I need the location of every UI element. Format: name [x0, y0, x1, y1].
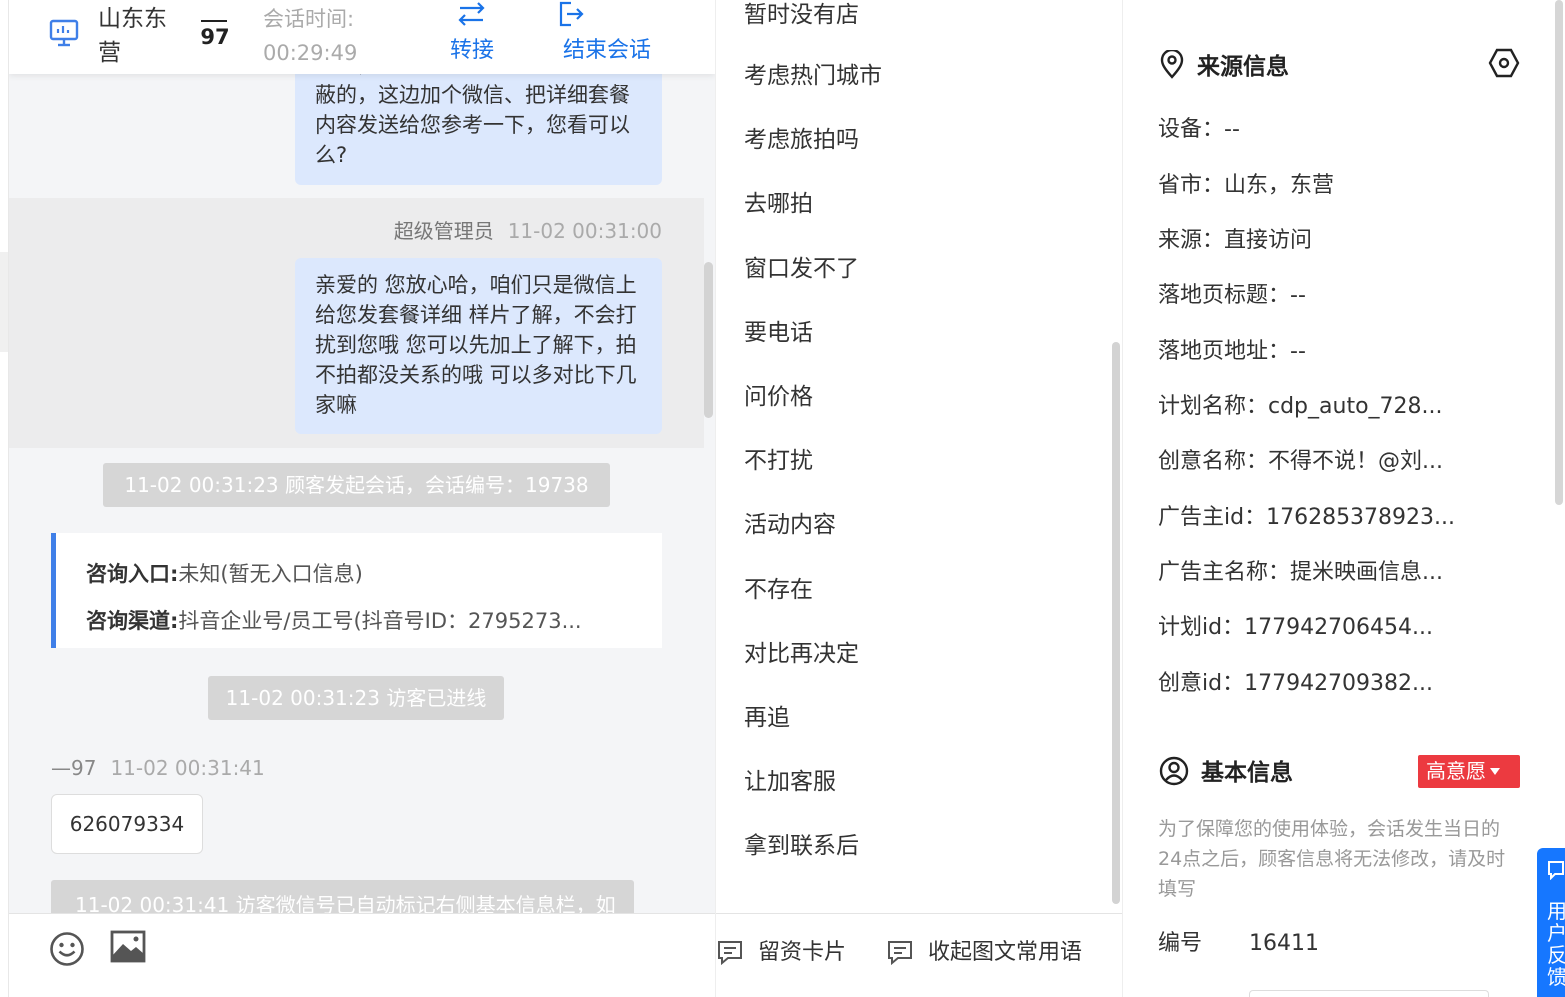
user-feedback-tab[interactable]: 用户反馈	[1537, 848, 1565, 997]
plan-name-info: 计划名称：cdp_auto_728...	[1158, 394, 1443, 419]
chat-input-toolbar	[9, 913, 715, 997]
transfer-label: 转接	[449, 38, 494, 63]
visitor-location: 山东东营	[98, 6, 167, 66]
monitor-icon	[49, 19, 79, 47]
edit-deadline-notice: 为了保障您的使用体验，会话发生当日的24点之后，顾客信息将无法修改，请及时填写	[1158, 818, 1506, 900]
channel-value: 抖音企业号/员工号(抖音号ID：2795273...	[178, 609, 582, 633]
quick-phrase-item[interactable]: 让加客服	[744, 767, 836, 797]
quick-phrase-item[interactable]: 窗口发不了	[744, 254, 859, 284]
quick-phrase-item[interactable]: 暂时没有店	[744, 0, 859, 30]
quick-phrase-item[interactable]: 对比再决定	[744, 639, 859, 669]
quick-phrase-item[interactable]: 活动内容	[744, 510, 836, 540]
chat-panel: 快剧，技上上的价格 负相赚的会屏蔽的，这边加个微信、把详细套餐内容发送给您参考一…	[9, 0, 715, 997]
source-channel-info: 来源：直接访问	[1158, 228, 1313, 253]
phrases-footer: 留资卡片 收起图文常用语	[716, 913, 1122, 997]
quick-phrase-item[interactable]: 考虑热门城市	[744, 61, 882, 91]
image-upload-icon[interactable]	[109, 929, 147, 965]
caret-down-icon	[1490, 768, 1500, 775]
customer-number-value: 16411	[1249, 931, 1319, 956]
quick-phrase-item[interactable]: 去哪拍	[744, 189, 813, 219]
quick-phrase-item[interactable]: 不存在	[744, 575, 813, 605]
creative-name-info: 创意名称：不得不说！@刘...	[1158, 449, 1443, 474]
intent-level-label: 高意愿	[1426, 759, 1486, 783]
feedback-icon	[1548, 861, 1564, 880]
device-info: 设备：--	[1158, 117, 1240, 142]
visitor-id-number: 97	[200, 25, 230, 49]
advertiser-id-info: 广告主id：176285378923...	[1158, 505, 1456, 530]
session-time-label: 会话时间:	[263, 7, 355, 31]
settings-hexagon-icon[interactable]	[1487, 46, 1521, 80]
collapse-phrases-label: 收起图文常用语	[928, 940, 1083, 965]
phrases-scrollbar[interactable]	[1112, 342, 1120, 904]
landing-title-info: 落地页标题：--	[1158, 283, 1306, 308]
customer-info-panel: 来源信息 设备：-- 省市：山东，东营 来源：直接访问 落地页标题：-- 落地页…	[1123, 0, 1565, 997]
quick-phrase-item[interactable]: 要电话	[744, 318, 813, 348]
message-collapse-icon	[888, 941, 912, 966]
collapse-phrases-button[interactable]: 收起图文常用语	[886, 936, 1082, 970]
user-circle-icon	[1159, 756, 1189, 786]
quick-phrases-panel: 暂时没有店考虑热门城市 考虑旅拍吗去哪拍窗口发不了要电话问价格不打扰活动内容不存在…	[715, 0, 1123, 997]
entry-value: 未知(暂无入口信息)	[178, 562, 363, 586]
agent-message-bubble-2: 亲爱的 您放心哈，咱们只是微信上给您发套餐详细 样片了解，不会打扰到您哦 您可以…	[295, 258, 662, 434]
next-field-input[interactable]	[1249, 990, 1489, 997]
consult-info-card: 咨询入口:未知(暂无入口信息) 咨询渠道:抖音企业号/员工号(抖音号ID：279…	[51, 533, 662, 648]
customer-number-row: 编号 16411	[1158, 928, 1319, 960]
session-time-value: 00:29:49	[263, 41, 358, 65]
creative-id-info: 创意id：177942709382...	[1158, 671, 1434, 696]
quick-phrase-item[interactable]: 问价格	[744, 382, 813, 412]
province-city-info: 省市：山东，东营	[1158, 173, 1335, 198]
source-info-title: 来源信息	[1159, 48, 1289, 84]
quick-phrase-item[interactable]: 不打扰	[744, 446, 813, 476]
end-session-button[interactable]: 结束会话	[557, 0, 657, 68]
chat-scrollbar[interactable]	[704, 262, 713, 418]
lead-card-button[interactable]: 留资卡片	[716, 936, 846, 970]
visitor-id: 97	[199, 4, 231, 52]
chat-header: 山东东营 97 会话时间: 00:29:49 转接 结束会话	[9, 0, 715, 74]
basic-info-title: 基本信息	[1159, 756, 1293, 790]
emoji-icon[interactable]	[49, 931, 85, 967]
logout-icon	[559, 1, 584, 27]
message-list: 快剧，技上上的价格 负相赚的会屏蔽的，这边加个微信、把详细套餐内容发送给您参考一…	[9, 0, 715, 913]
agent-time: 11-02 00:31:00	[507, 219, 662, 243]
transfer-button[interactable]: 转接	[441, 0, 503, 68]
quick-phrase-item[interactable]: 考虑旅拍吗	[744, 125, 859, 155]
plan-id-info: 计划id：177942706454...	[1158, 615, 1434, 640]
session-time: 会话时间: 00:29:49	[263, 2, 357, 70]
system-wechat-tagged: 11-02 00:31:41 访客微信号已自动标记右侧基本信息栏，如	[51, 880, 634, 913]
lead-card-label: 留资卡片	[758, 940, 847, 965]
guest-sender-line: —97 11-02 00:31:41	[51, 753, 265, 783]
location-pin-icon	[1160, 48, 1184, 79]
agent-name: 超级管理员	[393, 219, 494, 243]
guest-time: 11-02 00:31:41	[110, 756, 265, 780]
quick-phrase-item[interactable]: 再追	[744, 703, 790, 733]
transfer-icon	[458, 2, 485, 26]
intent-level-dropdown[interactable]: 高意愿	[1418, 755, 1520, 788]
info-panel-scrollbar[interactable]	[1555, 0, 1563, 505]
system-session-start: 11-02 00:31:23 顾客发起会话，会话编号：19738	[103, 463, 610, 507]
agent-sender-line: 超级管理员 11-02 00:31:00	[295, 216, 662, 246]
basic-info-title-text: 基本信息	[1201, 760, 1293, 786]
entry-label: 咨询入口:	[86, 562, 179, 586]
advertiser-name-info: 广告主名称：提米映画信息...	[1158, 560, 1443, 585]
user-feedback-label: 用户反馈	[1547, 899, 1565, 989]
left-edge-bar	[0, 0, 9, 997]
channel-label: 咨询渠道:	[86, 609, 179, 633]
left-panel-grip[interactable]	[0, 252, 8, 352]
system-visitor-connected: 11-02 00:31:23 访客已进线	[208, 676, 504, 720]
guest-name: —97	[51, 756, 97, 780]
end-session-label: 结束会话	[562, 38, 651, 63]
landing-url-info: 落地页地址：--	[1158, 339, 1306, 364]
message-card-icon	[718, 941, 742, 966]
customer-number-label: 编号	[1158, 931, 1203, 956]
source-info-title-text: 来源信息	[1197, 54, 1289, 80]
quick-phrase-item[interactable]: 拿到联系后	[744, 831, 859, 861]
visitor-id-dash	[199, 4, 231, 22]
guest-message-bubble: 626079334	[51, 794, 203, 854]
